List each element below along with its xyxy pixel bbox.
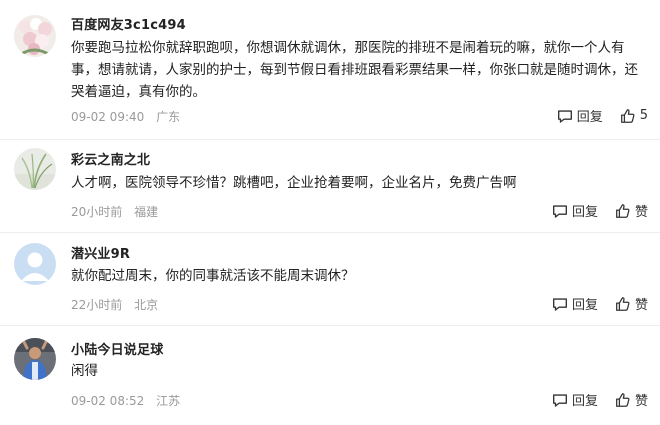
comment-time: 09-02 08:52 <box>71 394 145 408</box>
comment-text: 就你配过周末，你的同事就活该不能周末调休？ <box>71 268 355 284</box>
comment-location: 北京 <box>134 298 159 312</box>
reply-icon <box>552 297 567 311</box>
comment-text: 人才啊，医院领导不珍惜？跳槽吧，企业抢着要啊，企业名片，免费广告啊 <box>71 175 517 191</box>
comment-meta: 09-02 08:52 江苏 <box>71 392 180 409</box>
thumbs-up-icon <box>616 296 630 311</box>
user-avatar[interactable] <box>14 338 56 380</box>
reply-icon <box>552 204 567 218</box>
user-avatar[interactable] <box>14 148 56 190</box>
reply-button[interactable]: 回复 <box>551 201 598 220</box>
reply-icon <box>557 109 572 123</box>
comment-text: 闲得 <box>71 363 98 379</box>
comment-meta: 22小时前 北京 <box>71 296 158 313</box>
comment-actions: 回复 赞 <box>551 390 648 409</box>
comment-location: 江苏 <box>156 394 181 408</box>
comment-actions: 回复 赞 <box>551 294 648 313</box>
comment-time: 20小时前 <box>71 205 123 219</box>
like-button[interactable]: 赞 <box>614 390 648 409</box>
username[interactable]: 彩云之南之北 <box>71 149 150 168</box>
like-button[interactable]: 5 <box>619 107 648 125</box>
user-avatar[interactable] <box>14 243 56 285</box>
username[interactable]: 小陆今日说足球 <box>71 339 163 358</box>
like-button[interactable]: 赞 <box>614 201 648 220</box>
like-button[interactable]: 赞 <box>614 294 648 313</box>
like-label: 赞 <box>634 394 648 409</box>
comment-time: 22小时前 <box>71 298 123 312</box>
like-count: 5 <box>639 108 648 123</box>
comment-text: 你要跑马拉松你就辞职跑呗，你想调休就调休，那医院的排班不是闹着玩的嘛，就你一个人… <box>71 40 638 100</box>
thumbs-up-icon <box>616 392 630 407</box>
user-avatar[interactable] <box>14 15 56 57</box>
like-label: 赞 <box>634 205 648 220</box>
comment-location: 福建 <box>134 205 159 219</box>
comment-item: 小陆今日说足球 闲得 09-02 08:52 江苏 回复 赞 <box>0 326 660 425</box>
comment-meta: 20小时前 福建 <box>71 203 158 220</box>
reply-icon <box>552 393 567 407</box>
reply-button[interactable]: 回复 <box>551 294 598 313</box>
like-label: 赞 <box>634 298 648 313</box>
reply-label: 回复 <box>576 110 603 125</box>
comment-actions: 回复 赞 <box>551 201 648 220</box>
reply-label: 回复 <box>571 205 598 220</box>
comment-meta: 09-02 09:40 广东 <box>71 108 180 125</box>
comment-time: 09-02 09:40 <box>71 110 145 124</box>
thumbs-up-icon <box>616 203 630 218</box>
reply-button[interactable]: 回复 <box>556 106 603 125</box>
reply-label: 回复 <box>571 394 598 409</box>
comment-location: 广东 <box>156 110 181 124</box>
username[interactable]: 百度网友3c1c494 <box>71 14 186 33</box>
comment-item: 百度网友3c1c494 你要跑马拉松你就辞职跑呗，你想调休就调休，那医院的排班不… <box>0 0 660 138</box>
username[interactable]: 潜兴业9R <box>71 243 130 262</box>
reply-label: 回复 <box>571 298 598 313</box>
reply-button[interactable]: 回复 <box>551 390 598 409</box>
comment-item: 彩云之南之北 人才啊，医院领导不珍惜？跳槽吧，企业抢着要啊，企业名片，免费广告啊… <box>0 140 660 232</box>
thumbs-up-icon <box>620 108 635 123</box>
comment-actions: 回复 5 <box>556 106 648 125</box>
comment-item: 潜兴业9R 就你配过周末，你的同事就活该不能周末调休？ 22小时前 北京 回复 … <box>0 233 660 325</box>
